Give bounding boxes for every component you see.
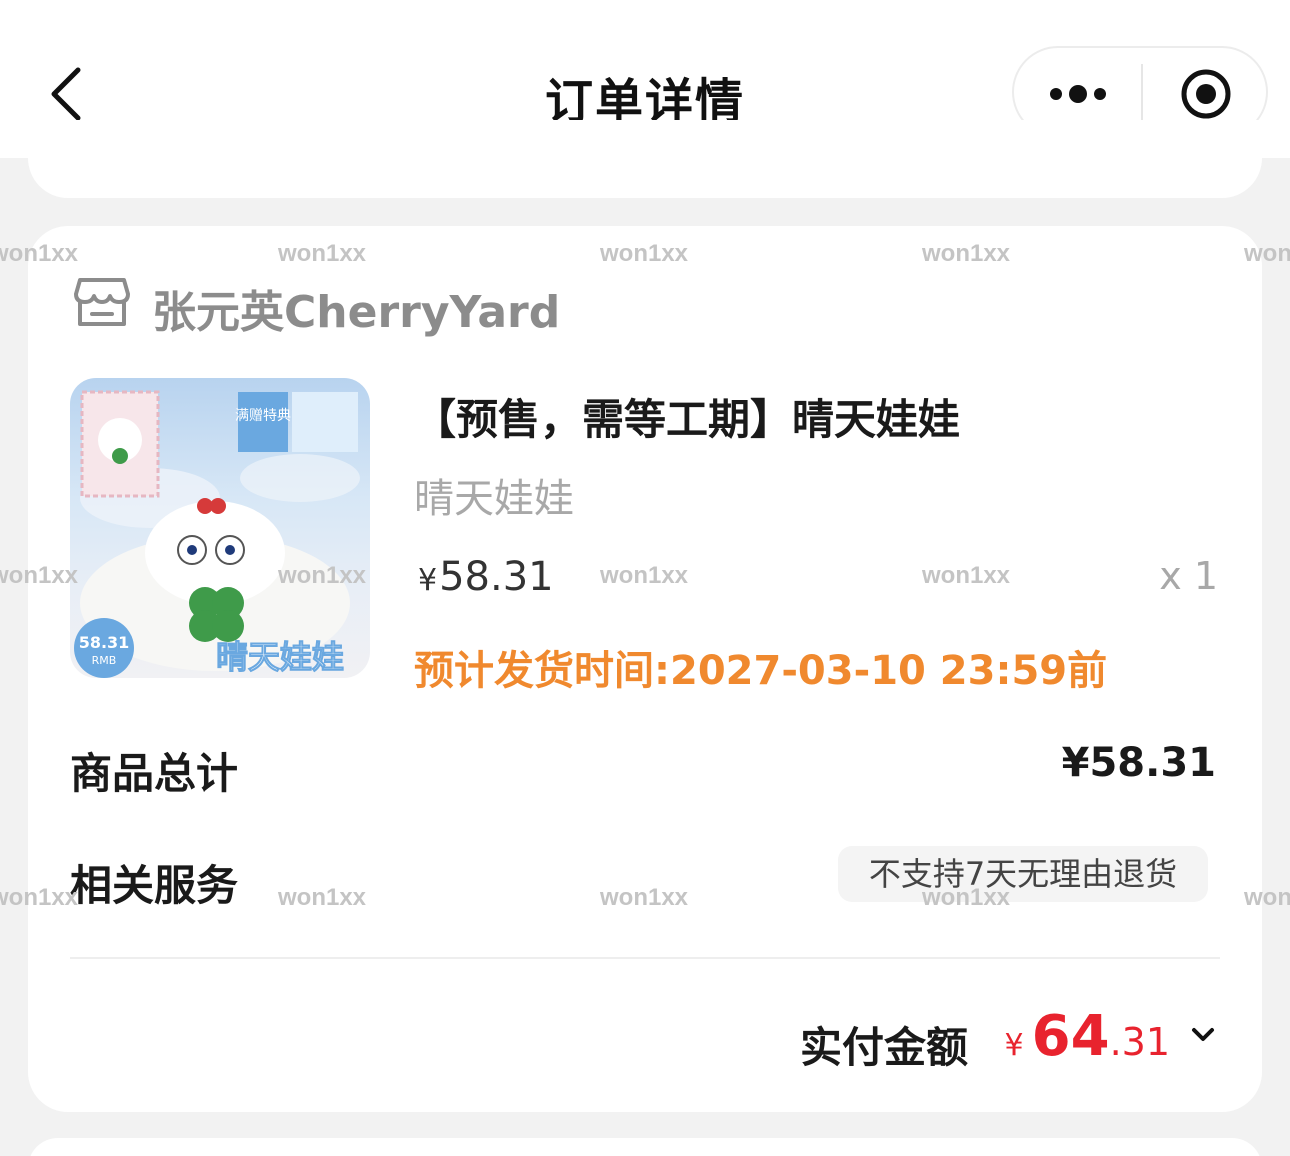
price-value: 58.31: [439, 554, 554, 600]
price-badge-unit: RMB: [92, 654, 117, 667]
watermark: won1xx: [1244, 884, 1290, 911]
product-title[interactable]: 【预售，需等工期】晴天娃娃: [414, 386, 960, 447]
watermark: won1xx: [278, 562, 367, 589]
watermark: won1xx: [922, 884, 1011, 911]
badge-text: 满赠特典: [235, 408, 291, 424]
product-illustration: 满赠特典 58.31 RMB 晴天娃娃: [74, 390, 360, 678]
more-dots-icon: [1050, 85, 1106, 103]
watermark: won1xx: [278, 884, 367, 911]
watermark: won1xx: [0, 240, 79, 267]
product-price: ¥58.31: [418, 554, 554, 600]
divider: [70, 957, 1220, 959]
paid-decimal: .31: [1109, 1020, 1170, 1064]
watermark: won1xx: [922, 562, 1011, 589]
watermark: won1xx: [0, 562, 79, 589]
paid-integer: 64: [1031, 1004, 1110, 1069]
currency-symbol: ¥: [418, 563, 438, 598]
paid-label: 实付金额: [799, 1023, 968, 1072]
product-spec: 晴天娃娃: [414, 476, 574, 522]
close-mini-program-button[interactable]: [1164, 62, 1248, 124]
capsule-divider: [1141, 64, 1143, 124]
paid-amount: ¥64.31: [1005, 1004, 1170, 1069]
watermark: won1xx: [922, 240, 1011, 267]
store-name: 张元英CherryYard: [152, 287, 561, 338]
price-badge-text: 58.31: [79, 633, 130, 652]
next-card: [28, 1138, 1262, 1156]
image-caption: 晴天娃娃: [216, 638, 344, 676]
paid-currency-symbol: ¥: [1004, 1028, 1024, 1063]
product-quantity: x 1: [1159, 554, 1218, 598]
estimated-ship-time: 预计发货时间:2027-03-10 23:59前: [414, 648, 1108, 694]
previous-card: [28, 120, 1262, 198]
service-tag[interactable]: 不支持7天无理由退货: [838, 846, 1208, 902]
order-card: 张元英CherryYard 满赠特典 58.31 RMB 晴天娃娃 【预售，需等…: [28, 226, 1262, 1112]
target-circle-icon: [1181, 69, 1231, 119]
service-label: 相关服务: [70, 861, 239, 910]
watermark: won1xx: [1244, 240, 1290, 267]
subtotal-value: ¥58.31: [1061, 740, 1216, 786]
store-icon: [74, 278, 130, 326]
watermark: won1xx: [0, 884, 79, 911]
watermark: won1xx: [600, 562, 689, 589]
chevron-down-icon: [1192, 1028, 1214, 1041]
more-button[interactable]: [1036, 62, 1136, 124]
watermark: won1xx: [278, 240, 367, 267]
watermark: won1xx: [600, 884, 689, 911]
expand-button[interactable]: [1188, 1020, 1218, 1050]
watermark: won1xx: [600, 240, 689, 267]
product-thumbnail[interactable]: 满赠特典 58.31 RMB 晴天娃娃: [70, 378, 370, 678]
paid-amount-row[interactable]: 实付金额 ¥64.31: [798, 1004, 1218, 1074]
subtotal-label: 商品总计: [70, 749, 239, 798]
